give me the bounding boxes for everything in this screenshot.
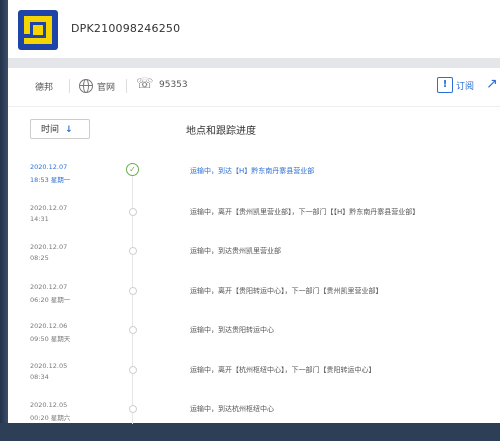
event-date: 2020.12.05 [30,401,68,409]
phone-icon: ☏ [136,76,154,92]
event-description: 运输中，离开【贵阳转运中心】，下一部门【贵州凯里营业部】 [190,287,383,295]
timeline-dot [129,247,137,255]
event-date: 2020.12.07 [30,283,68,291]
timeline-dot [129,287,137,295]
check-icon: ✓ [126,163,139,176]
tracking-number: DPK210098246250 [71,22,181,35]
event-date: 2020.12.05 [30,362,68,370]
event-time: 09:50 星期天 [30,335,71,343]
event-date: 2020.12.07 [30,243,68,251]
subscribe-button[interactable]: 订阅 [456,79,474,92]
event-description: 运输中，离开【杭州枢纽中心】，下一部门【贵阳转运中心】 [190,366,376,374]
share-icon[interactable]: ↗ [486,76,498,92]
event-date: 2020.12.07 [30,204,68,212]
timeline-dot [129,208,137,216]
carrier-name: 德邦 [35,83,54,93]
timeline-row: 2020.12.05 00:20 星期六 运输中，到达杭州枢纽中心 [8,401,500,441]
timeline-row: 2020.12.06 09:50 星期天 运输中，到达贵阳转运中心 [8,322,500,362]
timeline-row: 2020.12.07 14:31 运输中，离开【贵州凯里营业部】，下一部门【【H… [8,204,500,244]
divider [126,79,127,93]
carrier-toolbar: 德邦 官网 ☏ 95353 ! 订阅 ↗ [8,68,500,107]
section-title: 地点和跟踪进度 [186,126,256,137]
event-time: 00:20 星期六 [30,414,71,422]
phone-number[interactable]: 95353 [159,80,188,90]
event-description: 运输中，到达【H】黔东南丹寨县营业部 [190,167,315,175]
event-time: 08:25 [30,254,49,262]
timeline-dot [129,405,137,413]
event-time: 18:53 星期一 [30,176,71,184]
website-link[interactable]: 官网 [97,80,115,93]
subscribe-icon[interactable]: ! [437,77,453,93]
header: DPK210098246250 [8,0,500,58]
sort-label: 时间 [41,125,60,135]
event-description: 运输中，到达贵州凯里营业部 [190,247,281,255]
event-description: 运输中，到达贵阳转运中心 [190,326,274,334]
timeline-dot [129,366,137,374]
sort-by-time-button[interactable]: 时间 ↓ [30,119,90,139]
globe-icon [79,79,93,93]
event-description: 运输中，离开【贵州凯里营业部】，下一部门【【H】黔东南丹寨县营业部】 [190,208,420,216]
event-time: 14:31 [30,215,49,223]
separator [8,58,500,68]
timeline-dot [129,326,137,334]
sort-arrow-icon: ↓ [65,125,73,135]
carrier-logo [18,10,58,50]
divider [69,79,70,93]
event-description: 运输中，到达杭州枢纽中心 [190,405,274,413]
event-date: 2020.12.06 [30,322,68,330]
event-time: 08:34 [30,373,49,381]
event-time: 06:20 星期一 [30,296,71,304]
screen-bezel [0,0,8,423]
timeline-row: 2020.12.07 18:53 星期一 ✓ 运输中，到达【H】黔东南丹寨县营业… [8,163,500,203]
timeline-row: 2020.12.07 06:20 星期一 运输中，离开【贵阳转运中心】，下一部门… [8,283,500,323]
event-date: 2020.12.07 [30,163,68,171]
timeline-row: 2020.12.05 08:34 运输中，离开【杭州枢纽中心】，下一部门【贵阳转… [8,362,500,402]
timeline-row: 2020.12.07 08:25 运输中，到达贵州凯里营业部 [8,243,500,283]
tracking-card: 德邦 官网 ☏ 95353 ! 订阅 ↗ 时间 ↓ 地点和跟踪进度 2020.12… [8,68,500,424]
